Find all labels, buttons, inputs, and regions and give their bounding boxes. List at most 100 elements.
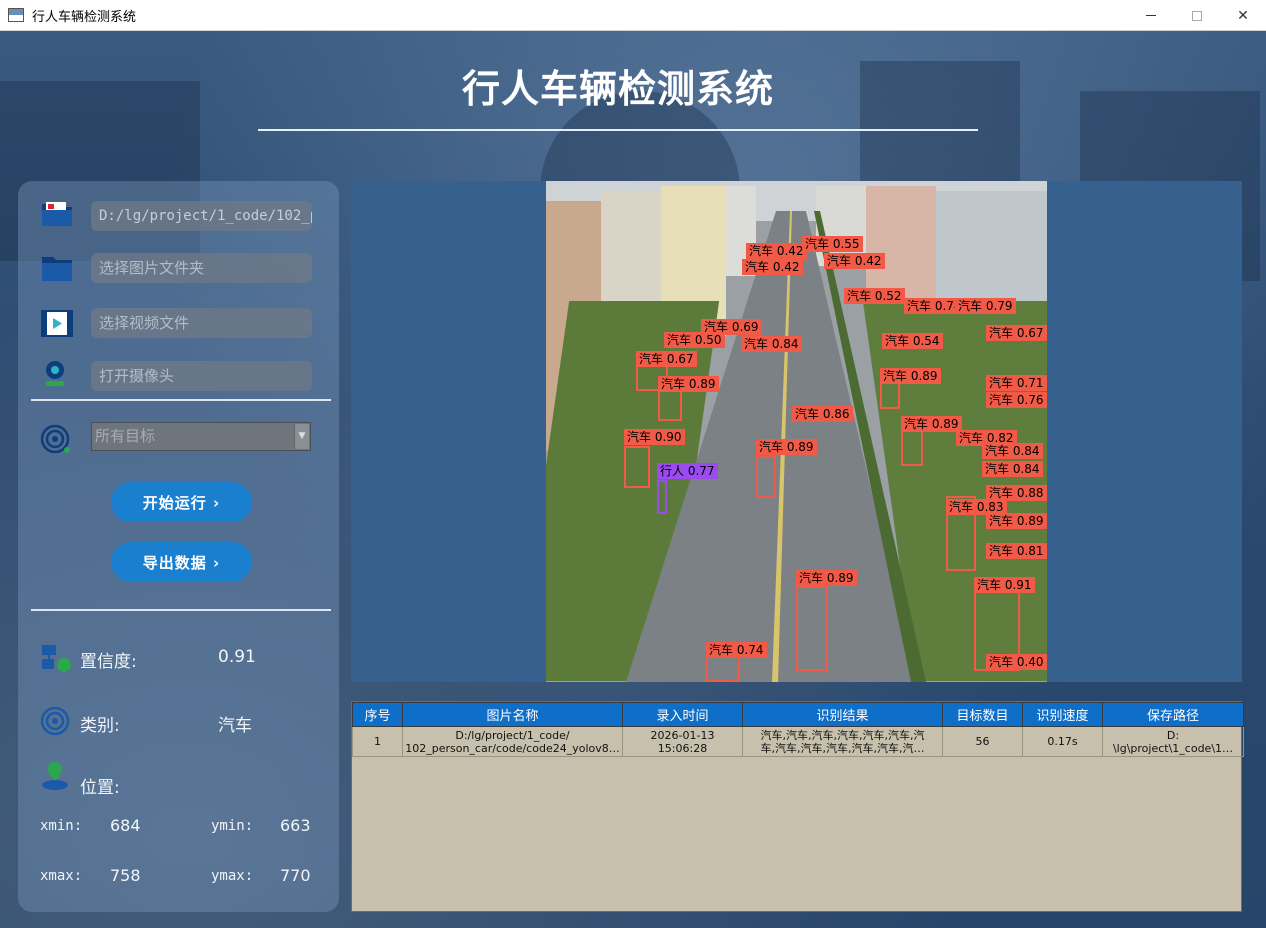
cell-time: 15:06:28 — [657, 741, 708, 755]
column-header-result[interactable]: 识别结果 — [742, 702, 943, 727]
detection-label: 汽车 0.91 — [974, 577, 1035, 593]
detection-label: 汽车 0.54 — [882, 333, 943, 349]
detection-label: 汽车 0.89 — [901, 416, 962, 432]
xmax-value: 758 — [110, 866, 141, 885]
detection-label: 汽车 0.79 — [955, 298, 1016, 314]
page-title: 行人车辆检测系统 — [461, 67, 774, 111]
ymin-value: 663 — [280, 816, 311, 835]
window-titlebar: 行人车辆检测系统 ✕ — [0, 0, 1266, 31]
results-table: 序号 图片名称 录入时间 识别结果 目标数目 识别速度 保存路径 1 D:/lg… — [351, 701, 1244, 912]
column-header-image-name[interactable]: 图片名称 — [402, 702, 623, 727]
window-title: 行人车辆检测系统 — [32, 9, 137, 25]
image-path-field[interactable]: D:/lg/project/1_code/102_pe — [91, 201, 312, 231]
confidence-value: 0.91 — [218, 647, 256, 667]
detection-label: 汽车 0.42 — [746, 243, 807, 259]
cell-result: 汽车,汽车,汽车,汽车,汽车,汽车,汽 车,汽车,汽车,汽车,汽车,汽车,汽… — [742, 726, 943, 757]
detection-label: 汽车 0.89 — [658, 376, 719, 392]
table-header-row: 序号 图片名称 录入时间 识别结果 目标数目 识别速度 保存路径 — [352, 702, 1244, 727]
column-header-entry-time[interactable]: 录入时间 — [622, 702, 743, 727]
xmax-label: xmax: — [40, 868, 83, 884]
cell-date: 2026-01-13 — [650, 728, 715, 742]
export-data-button[interactable]: 导出数据 › — [111, 542, 252, 582]
camera-field[interactable]: 打开摄像头 — [91, 361, 312, 391]
minimize-button[interactable] — [1128, 0, 1174, 31]
video-file-icon[interactable] — [40, 308, 74, 338]
maximize-icon — [1192, 10, 1202, 21]
cell-image-name-line: 102_person_car/code/code24_yolov8… — [405, 741, 620, 755]
app-icon — [8, 8, 24, 22]
detection-image: 汽车 0.42 汽车 0.55 汽车 0.42 汽车 0.42 汽车 0.52 … — [546, 181, 1047, 682]
cell-result-line: 车,汽车,汽车,汽车,汽车,汽车,汽… — [760, 741, 925, 755]
detection-label: 汽车 0.50 — [664, 332, 725, 348]
detection-label: 汽车 0.89 — [880, 368, 941, 384]
position-label: 位置: — [80, 778, 120, 798]
detection-label: 汽车 0.89 — [756, 439, 817, 455]
detection-label: 汽车 0.67 — [986, 325, 1047, 341]
cell-index: 1 — [352, 726, 403, 757]
video-file-field[interactable]: 选择视频文件 — [91, 308, 312, 338]
detection-box[interactable] — [796, 586, 828, 671]
detection-box[interactable] — [901, 426, 923, 466]
target-icon — [40, 424, 70, 454]
target-select[interactable]: 所有目标 ▼ — [91, 422, 311, 451]
camera-icon[interactable] — [40, 359, 74, 389]
maximize-button[interactable] — [1174, 0, 1220, 31]
detection-box[interactable] — [756, 456, 776, 498]
column-header-target-count[interactable]: 目标数目 — [942, 702, 1023, 727]
detection-label: 汽车 0.71 — [986, 375, 1047, 391]
detection-label: 汽车 0.86 — [792, 406, 853, 422]
category-icon — [40, 706, 70, 736]
column-header-save-path[interactable]: 保存路径 — [1102, 702, 1244, 727]
detection-box[interactable] — [624, 446, 650, 488]
cell-save-path: D: \lg\project\1_code\1… — [1102, 726, 1244, 757]
detection-image-panel: 汽车 0.42 汽车 0.55 汽车 0.42 汽车 0.42 汽车 0.52 … — [351, 181, 1242, 682]
detection-label: 汽车 0.81 — [986, 543, 1047, 559]
detection-label: 汽车 0.55 — [802, 236, 863, 252]
person-detection-label: 行人 0.77 — [657, 463, 718, 479]
ymin-label: ymin: — [211, 818, 254, 834]
person-detection-box[interactable] — [657, 480, 667, 514]
cell-entry-time: 2026-01-13 15:06:28 — [622, 726, 743, 757]
title-underline — [258, 129, 978, 131]
class-label: 类别: — [80, 716, 120, 736]
target-select-value: 所有目标 — [95, 427, 156, 445]
cell-result-line: 汽车,汽车,汽车,汽车,汽车,汽车,汽 — [760, 728, 925, 742]
image-folder-field[interactable]: 选择图片文件夹 — [91, 253, 312, 283]
ymax-value: 770 — [280, 866, 311, 885]
chevron-down-icon[interactable]: ▼ — [294, 424, 309, 449]
detection-label: 汽车 0.84 — [982, 461, 1043, 477]
column-header-index[interactable]: 序号 — [352, 702, 403, 727]
cell-save-path-line: D: — [1166, 728, 1180, 742]
detection-label: 汽车 0.74 — [706, 642, 767, 658]
ymax-label: ymax: — [211, 868, 254, 884]
cell-save-path-line: \lg\project\1_code\1… — [1112, 741, 1234, 755]
confidence-label: 置信度: — [80, 652, 137, 672]
close-icon: ✕ — [1237, 7, 1249, 24]
detection-label: 汽车 0.76 — [986, 392, 1047, 408]
detection-label: 汽车 0.90 — [624, 429, 685, 445]
class-value: 汽车 — [218, 716, 252, 736]
detection-label: 汽车 0.42 — [742, 259, 803, 275]
close-button[interactable]: ✕ — [1220, 0, 1266, 31]
detection-label: 汽车 0.42 — [824, 253, 885, 269]
control-panel: D:/lg/project/1_code/102_pe 选择图片文件夹 选择视频… — [18, 181, 339, 912]
detection-label: 汽车 0.89 — [986, 513, 1047, 529]
image-folder-icon[interactable] — [40, 198, 74, 228]
panel-divider — [31, 399, 331, 401]
folder-icon[interactable] — [40, 253, 74, 283]
cell-speed: 0.17s — [1022, 726, 1103, 757]
xmin-label: xmin: — [40, 818, 83, 834]
detection-label: 汽车 0.52 — [844, 288, 905, 304]
cell-target-count: 56 — [942, 726, 1023, 757]
confidence-icon — [42, 645, 71, 672]
minimize-icon — [1146, 15, 1156, 16]
start-run-button[interactable]: 开始运行 › — [111, 482, 252, 522]
app-client-area: 行人车辆检测系统 D:/lg/project/1_code/102_pe 选择图… — [0, 31, 1266, 928]
detection-label: 汽车 0.84 — [741, 336, 802, 352]
detection-label: 汽车 0.88 — [986, 485, 1047, 501]
table-row[interactable]: 1 D:/lg/project/1_code/ 102_person_car/c… — [352, 726, 1244, 757]
cell-image-name-line: D:/lg/project/1_code/ — [455, 728, 570, 742]
column-header-speed[interactable]: 识别速度 — [1022, 702, 1103, 727]
detection-label: 汽车 0.84 — [982, 443, 1043, 459]
detection-label: 汽车 0.89 — [796, 570, 857, 586]
